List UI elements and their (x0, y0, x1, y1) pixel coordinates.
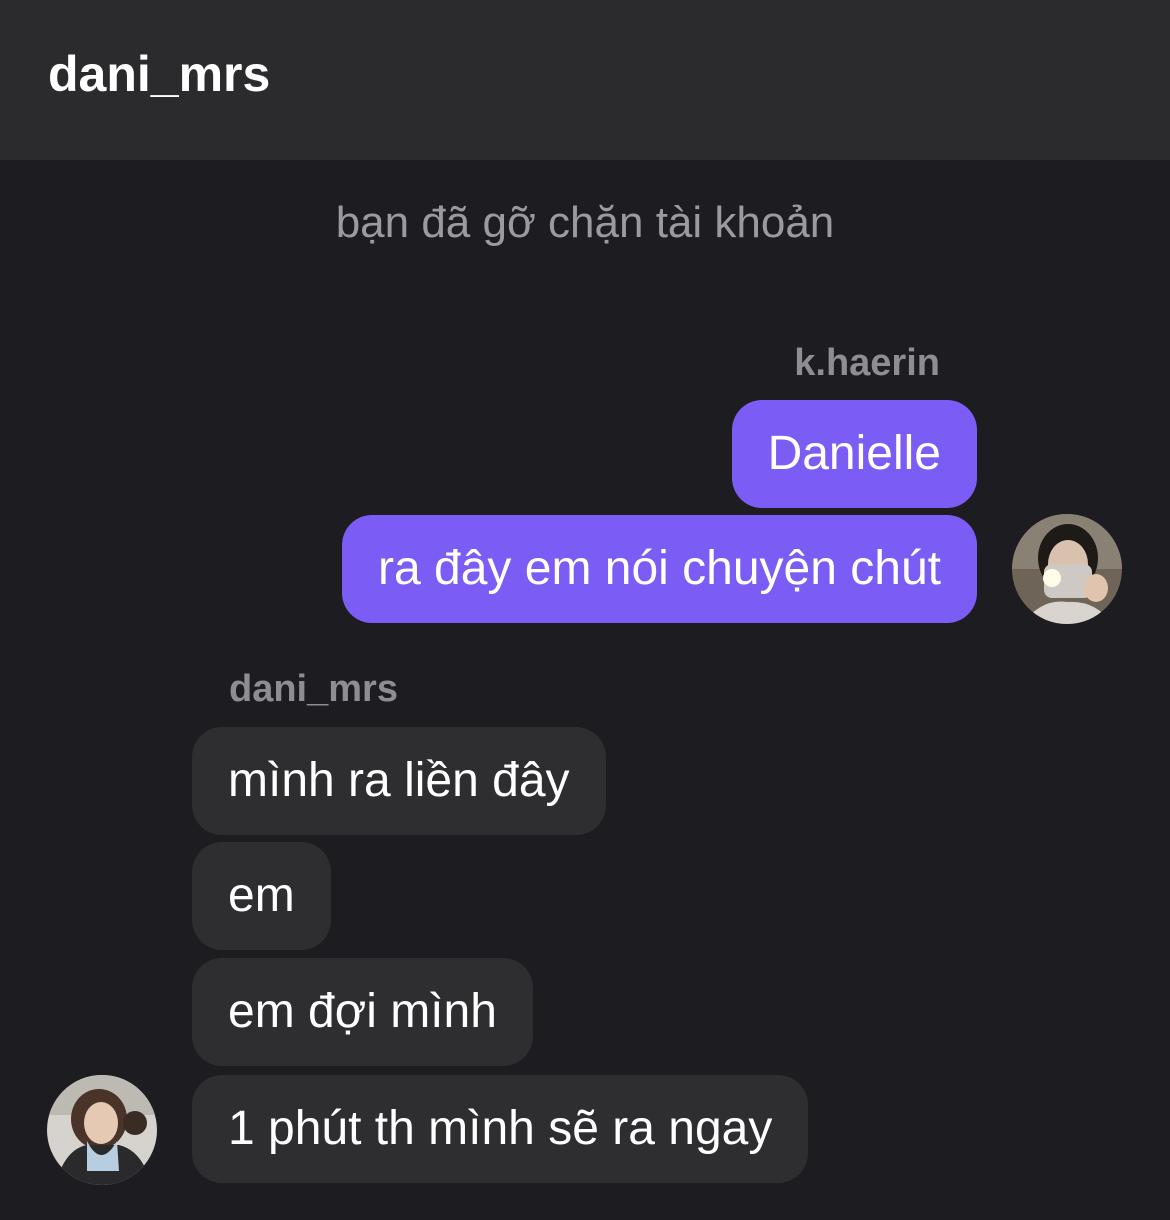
sender-name-incoming: dani_mrs (229, 668, 398, 710)
message-bubble-outgoing[interactable]: ra đây em nói chuyện chút (342, 515, 977, 623)
message-bubble-incoming[interactable]: mình ra liền đây (192, 727, 606, 835)
chat-header: dani_mrs (0, 0, 1170, 160)
system-notice: bạn đã gỡ chặn tài khoản (335, 198, 835, 247)
sender-name-outgoing: k.haerin (794, 342, 940, 384)
message-bubble-outgoing[interactable]: Danielle (731, 400, 977, 508)
message-bubble-incoming[interactable]: em đợi mình (192, 958, 533, 1066)
message-bubble-incoming[interactable]: 1 phút th mình sẽ ra ngay (192, 1075, 809, 1183)
chat-title[interactable]: dani_mrs (48, 44, 270, 104)
user-avatar-icon[interactable] (1012, 514, 1122, 624)
message-bubble-incoming[interactable]: em (192, 842, 331, 950)
user-avatar-icon[interactable] (47, 1075, 157, 1185)
